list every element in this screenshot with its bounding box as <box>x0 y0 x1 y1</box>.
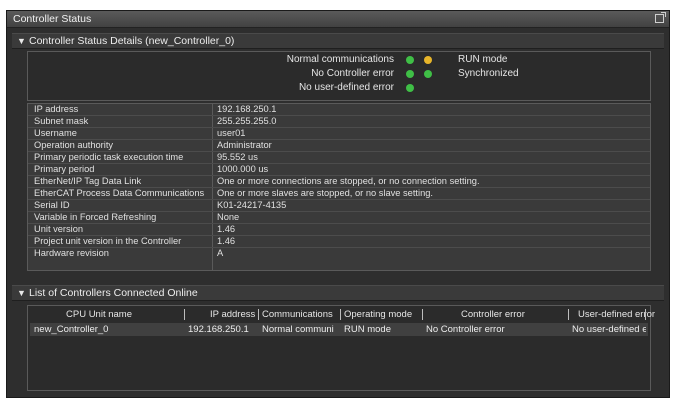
row-key: Subnet mask <box>34 116 89 126</box>
column-resize-handle[interactable] <box>422 309 423 320</box>
collapse-arrow-icon[interactable]: ▼ <box>17 36 26 46</box>
row-value: 255.255.255.0 <box>217 116 277 126</box>
column-resize-handle[interactable] <box>340 309 341 320</box>
online-section-title: List of Controllers Connected Online <box>29 287 198 299</box>
controller-status-window: Controller Status ▼ Controller Status De… <box>6 10 670 398</box>
row-key: Username <box>34 128 77 138</box>
run-mode-status-dot <box>424 56 432 64</box>
run-mode-label: RUN mode <box>458 54 508 65</box>
table-row: EtherCAT Process Data Communications One … <box>28 188 650 200</box>
row-value: 95.552 us <box>217 152 258 162</box>
table-row: IP address 192.168.250.1 <box>28 104 650 116</box>
communications-status-dot <box>406 56 414 64</box>
row-key: Primary periodic task execution time <box>34 152 184 162</box>
row-key: IP address <box>34 104 79 114</box>
row-key: EtherNet/IP Tag Data Link <box>34 176 142 186</box>
controller-error-status-dot <box>406 70 414 78</box>
status-indicators-panel: Normal communications RUN mode No Contro… <box>27 51 651 101</box>
details-section-title: Controller Status Details (new_Controlle… <box>29 35 235 47</box>
row-key: Project unit version in the Controller <box>34 236 182 246</box>
cell-operating-mode: RUN mode <box>344 324 391 335</box>
table-row: Operation authority Administrator <box>28 140 650 152</box>
row-key: Unit version <box>34 224 84 234</box>
row-value: 1.46 <box>217 224 236 234</box>
row-value: K01-24217-4135 <box>217 200 287 210</box>
table-row: Variable in Forced Refreshing None <box>28 212 650 224</box>
column-resize-handle[interactable] <box>568 309 569 320</box>
row-key: Hardware revision <box>34 248 109 258</box>
row-key: EtherCAT Process Data Communications <box>34 188 205 198</box>
row-value: None <box>217 212 240 222</box>
row-key: Serial ID <box>34 200 70 210</box>
row-value: A <box>217 248 224 258</box>
column-resize-handle[interactable] <box>645 309 646 320</box>
column-header-cpu-unit-name[interactable]: CPU Unit name <box>66 309 132 322</box>
row-key: Primary period <box>34 164 95 174</box>
table-row: Serial ID K01-24217-4135 <box>28 200 650 212</box>
table-row: Primary period 1000.000 us <box>28 164 650 176</box>
table-row: Subnet mask 255.255.255.0 <box>28 116 650 128</box>
cell-communications: Normal communi <box>262 324 334 335</box>
table-row[interactable]: new_Controller_0 192.168.250.1 Normal co… <box>30 323 648 336</box>
details-section-header[interactable]: ▼ Controller Status Details (new_Control… <box>12 33 664 49</box>
cell-user-defined-error: No user-defined erro <box>572 324 646 335</box>
window-title-bar: Controller Status <box>7 11 669 28</box>
row-value: Administrator <box>217 140 272 150</box>
column-header-operating-mode[interactable]: Operating mode <box>344 309 412 322</box>
column-header-ip-address[interactable]: IP address <box>210 309 255 322</box>
window-title: Controller Status <box>13 13 92 25</box>
collapse-arrow-icon[interactable]: ▼ <box>17 288 26 298</box>
synchronized-label: Synchronized <box>458 68 519 79</box>
column-header-communications[interactable]: Communications <box>262 309 333 322</box>
no-controller-error-label: No Controller error <box>311 68 394 79</box>
table-row: Project unit version in the Controller 1.… <box>28 236 650 248</box>
normal-communications-label: Normal communications <box>286 54 394 65</box>
cell-cpu-unit-name: new_Controller_0 <box>34 324 109 335</box>
row-key: Operation authority <box>34 140 114 150</box>
no-user-defined-error-label: No user-defined error <box>298 82 394 93</box>
user-defined-error-status-dot <box>406 84 414 92</box>
cell-controller-error: No Controller error <box>426 324 505 335</box>
row-value: 192.168.250.1 <box>217 104 277 114</box>
row-key: Variable in Forced Refreshing <box>34 212 157 222</box>
row-value: 1000.000 us <box>217 164 269 174</box>
table-row: Unit version 1.46 <box>28 224 650 236</box>
online-section-header[interactable]: ▼ List of Controllers Connected Online <box>12 285 664 301</box>
synchronized-status-dot <box>424 70 432 78</box>
cell-ip-address: 192.168.250.1 <box>188 324 249 335</box>
controller-properties-table: IP address 192.168.250.1 Subnet mask 255.2… <box>27 103 651 271</box>
column-header-user-defined-error[interactable]: User-defined error <box>578 309 655 322</box>
row-value: One or more slaves are stopped, or no sl… <box>217 188 434 198</box>
table-row: Primary periodic task execution time 95.5… <box>28 152 650 164</box>
restore-window-icon[interactable] <box>655 12 666 23</box>
table-row: EtherNet/IP Tag Data Link One or more con… <box>28 176 650 188</box>
column-resize-handle[interactable] <box>184 309 185 320</box>
online-controllers-list: CPU Unit name IP address Communications … <box>27 305 655 391</box>
table-row: Username user01 <box>28 128 650 140</box>
column-resize-handle[interactable] <box>258 309 259 320</box>
row-value: 1.46 <box>217 236 236 246</box>
row-value: user01 <box>217 128 246 138</box>
column-header-controller-error[interactable]: Controller error <box>461 309 525 322</box>
table-row: Hardware revision A <box>28 248 650 260</box>
row-value: One or more connections are stopped, or … <box>217 176 480 186</box>
